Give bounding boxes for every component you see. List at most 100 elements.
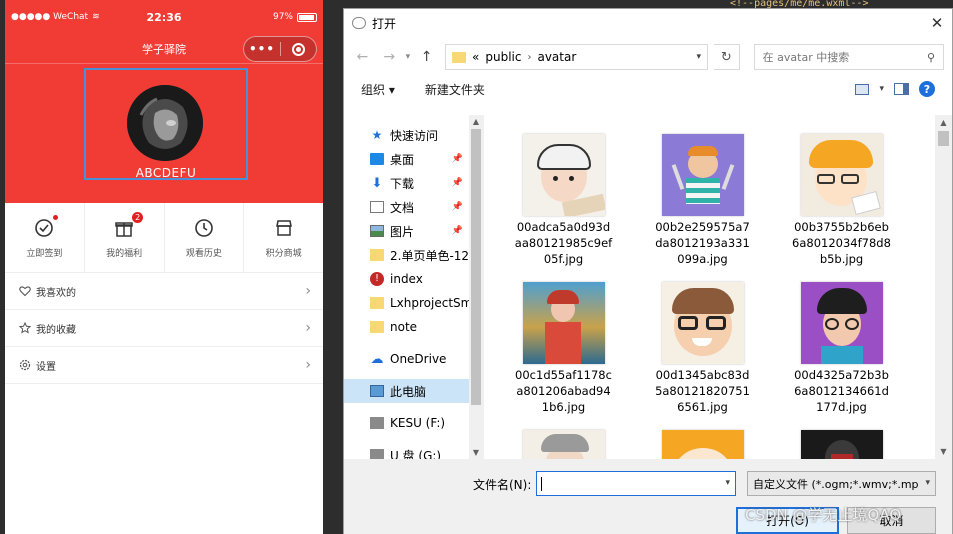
breadcrumb-prefix: « xyxy=(472,50,480,64)
chevron-down-icon[interactable]: ▾ xyxy=(725,478,730,488)
nav-item-drive-f[interactable]: KESU (F:) xyxy=(344,411,469,435)
pin-icon: 📌 xyxy=(451,154,463,164)
forward-arrow-icon[interactable]: → xyxy=(379,49,400,65)
files-scrollbar[interactable]: ▲ ▼ xyxy=(935,115,952,459)
file-item[interactable]: 00b3755b2b6eb6a8012034f78d8b5b.jpg xyxy=(772,134,911,267)
file-type-select[interactable]: 自定义文件 (*.ogm;*.wmv;*.mp ▾ xyxy=(747,471,936,496)
file-item[interactable]: 00c1d55af1178ca801206abad941b6.jpg xyxy=(494,282,633,415)
quick-points-store[interactable]: 积分商城 xyxy=(244,203,323,272)
gift-icon: 2 xyxy=(113,211,144,239)
chevron-down-icon[interactable]: ▾ xyxy=(697,52,702,62)
nav-scrollbar[interactable]: ▲ ▼ xyxy=(469,115,483,459)
scroll-up-icon[interactable]: ▲ xyxy=(469,117,483,126)
view-options-icon[interactable] xyxy=(855,83,870,95)
quick-sign-in[interactable]: 立即签到 xyxy=(5,203,85,272)
list-item-likes[interactable]: 我喜欢的 › xyxy=(5,273,323,310)
text-caret xyxy=(541,477,542,491)
back-arrow-icon[interactable]: ← xyxy=(352,49,373,65)
up-arrow-icon[interactable]: ↑ xyxy=(416,49,437,65)
search-input[interactable]: 在 avatar 中搜索 ⚲ xyxy=(753,44,944,70)
image-thumbnail xyxy=(800,282,883,364)
nav-item-onedrive[interactable]: ☁ OneDrive xyxy=(344,347,469,371)
cancel-button[interactable]: 取消 xyxy=(847,507,936,534)
nav-item-desktop[interactable]: 桌面 📌 xyxy=(344,147,469,171)
new-folder-button[interactable]: 新建文件夹 xyxy=(425,81,485,98)
close-miniprogram-button[interactable] xyxy=(281,42,316,56)
help-icon[interactable]: ? xyxy=(919,81,935,97)
document-icon xyxy=(370,201,384,213)
quick-welfare[interactable]: 2 我的福利 xyxy=(85,203,165,272)
nav-item-quick-access[interactable]: ★ 快速访问 xyxy=(344,123,469,147)
count-badge: 2 xyxy=(132,211,144,223)
nav-item-folder[interactable]: LxhprojectSma xyxy=(344,291,469,315)
quick-history[interactable]: 观看历史 xyxy=(165,203,245,272)
breadcrumb-current[interactable]: avatar xyxy=(537,50,576,64)
filename-label: 文件名(N): xyxy=(473,478,532,492)
list-item-favorites[interactable]: 我的收藏 › xyxy=(5,310,323,347)
avatar[interactable] xyxy=(127,85,203,161)
file-item[interactable]: 00d4325a72b3b6a8012134661d177d.jpg xyxy=(772,282,911,415)
quick-actions: 立即签到 2 我的福利 观看历史 积分商城 xyxy=(5,203,323,273)
lion-avatar-image xyxy=(127,85,203,161)
scroll-down-icon[interactable]: ▼ xyxy=(469,448,483,457)
store-icon xyxy=(273,217,295,239)
folder-icon xyxy=(370,297,384,309)
nav-item-label: OneDrive xyxy=(390,352,447,366)
list-item-label: 我喜欢的 xyxy=(36,287,76,299)
preview-pane-icon[interactable] xyxy=(894,83,909,95)
editor-comment-text: <!--pages/me/me.wxml--> xyxy=(730,0,869,8)
miniprogram-capsule: ••• xyxy=(243,36,317,62)
avatar-selection-box[interactable]: ABCDEFU xyxy=(84,68,248,180)
image-thumbnail xyxy=(522,134,605,216)
nav-item-index[interactable]: ! index xyxy=(344,267,469,291)
chevron-right-icon: › xyxy=(305,357,311,373)
open-button[interactable]: 打开(O) xyxy=(736,507,839,534)
recent-dropdown-icon[interactable]: ▾ xyxy=(406,52,411,62)
file-item[interactable]: 00b2e259575a7da8012193a331099a.jpg xyxy=(633,134,772,267)
scrollbar-thumb[interactable] xyxy=(471,129,481,405)
error-icon: ! xyxy=(370,272,384,286)
scroll-down-icon[interactable]: ▼ xyxy=(935,447,952,456)
file-item[interactable]: 00adca5a0d93daa80121985c9ef05f.jpg xyxy=(494,134,633,267)
chevron-right-icon: › xyxy=(305,283,311,299)
breadcrumb-parent[interactable]: public xyxy=(485,50,521,64)
file-item[interactable] xyxy=(633,430,772,459)
nav-item-downloads[interactable]: ⬇ 下载 📌 xyxy=(344,171,469,195)
scroll-up-icon[interactable]: ▲ xyxy=(935,118,952,127)
address-box[interactable]: « public › avatar ▾ xyxy=(445,44,709,70)
list-item-settings[interactable]: 设置 › xyxy=(5,347,323,384)
close-icon[interactable]: ✕ xyxy=(922,14,952,32)
image-thumbnail xyxy=(661,134,744,216)
nav-item-drive-g[interactable]: U 盘 (G:) xyxy=(344,443,469,459)
nav-item-label: 桌面 xyxy=(390,152,415,167)
nav-item-folder[interactable]: 2.单页单色-125 xyxy=(344,243,469,267)
download-icon: ⬇ xyxy=(371,175,383,191)
drive-icon xyxy=(370,449,384,459)
username: ABCDEFU xyxy=(135,166,197,180)
nav-item-documents[interactable]: 文档 📌 xyxy=(344,195,469,219)
dialog-footer: 文件名(N): ▾ 自定义文件 (*.ogm;*.wmv;*.mp ▾ 打开(O… xyxy=(344,459,952,534)
file-item[interactable]: 00d1345abc83d5a801218207516561.jpg xyxy=(633,282,772,415)
pin-icon: 📌 xyxy=(451,226,463,236)
file-name: 00d1345abc83d5a801218207516561.jpg xyxy=(655,368,750,414)
filename-input[interactable]: ▾ xyxy=(536,471,736,496)
chevron-right-icon: › xyxy=(527,51,532,63)
nav-item-note[interactable]: note xyxy=(344,315,469,339)
file-name: 00b2e259575a7da8012193a331099a.jpg xyxy=(655,220,750,266)
nav-item-this-pc[interactable]: 此电脑 xyxy=(344,379,469,403)
more-menu-button[interactable]: ••• xyxy=(244,42,280,56)
scrollbar-thumb[interactable] xyxy=(938,131,949,146)
organize-menu[interactable]: 组织 ▾ xyxy=(361,81,395,98)
quick-label: 我的福利 xyxy=(106,248,143,259)
drive-icon xyxy=(370,417,384,429)
chevron-down-icon[interactable]: ▾ xyxy=(879,84,884,94)
file-item[interactable] xyxy=(494,430,633,459)
panel-gap xyxy=(323,0,343,534)
star-icon xyxy=(18,321,32,335)
quick-label: 积分商城 xyxy=(265,248,302,259)
status-time: 22:36 xyxy=(146,10,182,24)
file-item[interactable] xyxy=(772,430,911,459)
check-circle-icon xyxy=(33,214,59,239)
refresh-icon[interactable]: ↻ xyxy=(714,44,740,70)
nav-item-pictures[interactable]: 图片 📌 xyxy=(344,219,469,243)
